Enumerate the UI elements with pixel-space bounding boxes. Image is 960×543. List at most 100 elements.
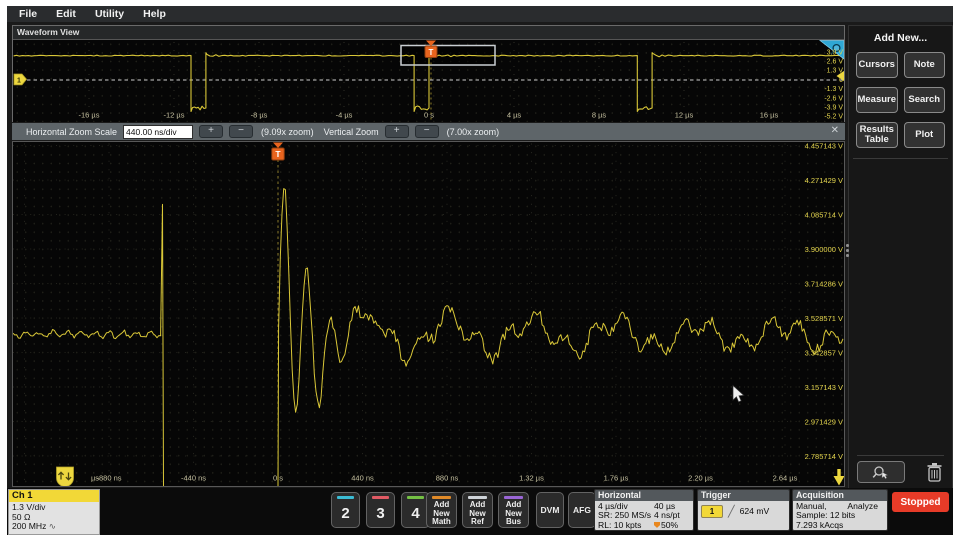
svg-text:3.9 V: 3.9 V [827,49,844,56]
svg-text:-3.9 V: -3.9 V [824,105,843,112]
svg-text:3.342857 V: 3.342857 V [805,348,843,357]
horizontal-title: Horizontal [595,490,693,501]
add-new-ref-button[interactable]: Add New Ref [462,492,493,528]
svg-text:-8 µs: -8 µs [251,111,268,120]
math-color-stripe [432,496,451,499]
h-zoom-factor: (9.09x zoom) [261,126,314,137]
menu-edit[interactable]: Edit [56,8,76,20]
svg-text:3.714286 V: 3.714286 V [805,279,843,288]
cursors-button[interactable]: Cursors [856,52,898,78]
measure-button[interactable]: Measure [856,87,898,113]
record-length: RL: 10 kpts [598,519,642,530]
svg-text:4.271429 V: 4.271429 V [805,176,843,185]
svg-text:880 ns: 880 ns [436,474,459,483]
sidebar-bottom-tools [857,455,944,483]
svg-text:16 µs: 16 µs [760,111,779,120]
trigger-position: 50% [654,520,690,530]
scope-application: File Edit Utility Help Waveform View T 1 -… [7,6,953,535]
waveform-view-panel: Waveform View T 1 -16 µs -12 µs -8 µs -4 µs 0 … [12,25,845,122]
horizontal-settings: 4 µs/div SR: 250 MS/s RL: 10 kpts 40 µs … [595,501,693,530]
afg-button[interactable]: AFG [568,492,596,528]
svg-text:-880 ns: -880 ns [96,474,121,483]
svg-text:2.6 V: 2.6 V [827,59,844,66]
channel1-name: Ch 1 [9,490,99,502]
v-zoom-minus-button[interactable]: − [414,125,439,138]
zoom-grid [13,143,844,487]
trigger-title: Trigger [698,490,789,501]
svg-text:-440 ns: -440 ns [181,474,206,483]
trigger-level: 624 mV [739,505,770,516]
zoomed-waveform-plot[interactable]: T 4.457143 V 4.271429 V 4.085714 V 3.900000 … [12,142,845,487]
svg-text:0 s: 0 s [273,474,283,483]
svg-text:-5.2 V: -5.2 V [824,114,843,121]
svg-text:0: 0 [839,77,843,84]
h-zoom-plus-button[interactable]: + [199,125,224,138]
trigger-position-icon [654,521,660,528]
channel-buttons: 2 3 4 [331,492,430,528]
horizontal-panel[interactable]: Horizontal 4 µs/div SR: 250 MS/s RL: 10 … [594,489,694,531]
sidebar-divider [853,158,948,159]
add-new-button-grid: Cursors Note Measure Search Results Tabl… [849,52,952,148]
add-new-bus-button[interactable]: Add New Bus [498,492,529,528]
trash-icon[interactable] [925,462,944,483]
trigger-source-chip: 1 [701,505,723,518]
channel1-bandwidth: 200 MHz ∿ [12,521,56,532]
waveform-view-title: Waveform View [13,26,844,40]
rising-edge-icon: ╱ [728,505,735,518]
svg-text:0 s: 0 s [424,111,434,120]
horizontal-zoom-scale-input[interactable] [123,124,194,139]
close-zoom-bar-icon[interactable]: ✕ [831,125,839,136]
channel1-settings: 1.3 V/div 50 Ω 200 MHz ∿ [9,502,99,534]
zoomed-waveform-trace [12,188,844,487]
zoom-scale-bar: Horizontal Zoom Scale + − (9.09x zoom) V… [12,123,845,140]
svg-text:12 µs: 12 µs [675,111,694,120]
results-table-button[interactable]: Results Table [856,122,898,148]
svg-text:1.32 µs: 1.32 µs [519,474,544,483]
stopped-run-status-button[interactable]: Stopped [892,492,949,512]
svg-text:1.3 V: 1.3 V [827,68,844,75]
menu-utility[interactable]: Utility [95,8,124,20]
acquisition-title: Acquisition [793,490,887,501]
add-new-math-button[interactable]: Add New Math [426,492,457,528]
horizontal-zoom-scale-label: Horizontal Zoom Scale [26,126,118,137]
svg-text:4.085714 V: 4.085714 V [805,210,843,219]
menu-help[interactable]: Help [143,8,166,20]
channel-offscreen-arrow [833,476,845,486]
svg-text:3.528571 V: 3.528571 V [805,314,843,323]
search-button[interactable]: Search [903,87,945,113]
panel-resize-handle[interactable] [846,244,849,257]
h-zoom-minus-button[interactable]: − [229,125,254,138]
ref-color-stripe [468,496,487,499]
trigger-panel[interactable]: Trigger 1 ╱ 624 mV [697,489,790,531]
menu-file[interactable]: File [19,8,37,20]
svg-text:3.157143 V: 3.157143 V [805,383,843,392]
mouse-cursor [732,384,745,403]
menu-bar: File Edit Utility Help [7,6,953,22]
channel2-button[interactable]: 2 [331,492,360,528]
svg-text:-1.3 V: -1.3 V [824,86,843,93]
note-button[interactable]: Note [903,52,945,78]
channel4-color-stripe [407,496,424,499]
acquisition-count: 7.293 kAcqs [796,519,844,530]
plot-button[interactable]: Plot [903,122,945,148]
zoomed-waveform-panel: T 4.457143 V 4.271429 V 4.085714 V 3.900000 … [12,141,845,487]
svg-text:2.971429 V: 2.971429 V [805,417,843,426]
svg-text:-12 µs: -12 µs [164,111,185,120]
channel1-badge[interactable]: Ch 1 1.3 V/div 50 Ω 200 MHz ∿ [8,489,100,535]
overview-waveform-trace [13,52,844,113]
right-sidebar: Add New... Cursors Note Measure Search R… [846,25,953,489]
svg-text:-4 µs: -4 µs [336,111,353,120]
bus-color-stripe [504,496,523,499]
channel3-button[interactable]: 3 [366,492,395,528]
svg-text:T: T [275,149,281,159]
svg-text:1: 1 [17,77,21,84]
magnifier-cursor-icon [872,465,889,479]
svg-text:-16 µs: -16 µs [79,111,100,120]
overview-plot[interactable]: T 1 -16 µs -12 µs -8 µs -4 µs 0 s 4 µs 8 µs 12 µs… [13,40,844,122]
channel2-color-stripe [337,496,354,499]
zoom-mode-button[interactable] [857,461,905,483]
dvm-button[interactable]: DVM [536,492,564,528]
v-zoom-plus-button[interactable]: + [384,125,409,138]
channel1-clipping-badge [56,466,74,487]
acquisition-panel[interactable]: Acquisition Manual, Analyze Sample: 12 b… [792,489,888,531]
